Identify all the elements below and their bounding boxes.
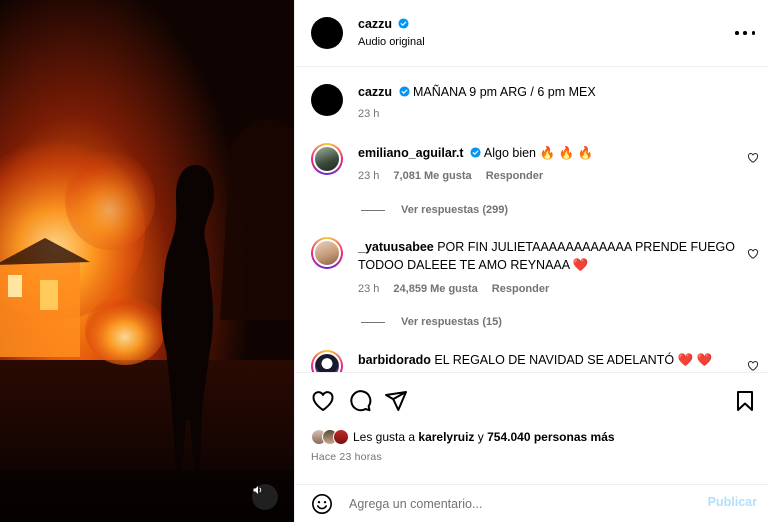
avatar-photo <box>313 239 341 267</box>
audio-subtitle[interactable]: Audio original <box>358 36 425 48</box>
instagram-post: cazzu Audio original cazzu MAÑANA 9 pm A… <box>0 0 768 522</box>
more-dot <box>751 31 755 35</box>
comment-likes[interactable]: 24,859 Me gusta <box>393 283 477 295</box>
likes-summary: Les gusta a karelyruiz y 754.040 persona… <box>311 429 615 445</box>
comment-text: POR FIN JULIETAAAAAAAAAAAA PRENDE FUEGO <box>437 240 735 254</box>
author-avatar[interactable] <box>311 17 343 49</box>
commenter-avatar[interactable] <box>311 237 343 269</box>
liker-avatars <box>311 429 349 445</box>
comment-text-line: barbidorado EL REGALO DE NAVIDAD SE ADEL… <box>358 352 712 369</box>
likes-count[interactable]: 754.040 personas más <box>487 430 614 444</box>
post-side-panel: cazzu Audio original cazzu MAÑANA 9 pm A… <box>294 0 768 522</box>
caption-time[interactable]: 23 h <box>358 108 379 120</box>
view-replies-button[interactable]: Ver respuestas (15) <box>361 316 502 328</box>
verified-badge-icon <box>398 86 410 97</box>
caption-username[interactable]: cazzu <box>358 85 392 99</box>
liker-avatar[interactable] <box>333 429 349 445</box>
heart-icon[interactable] <box>311 389 335 413</box>
like-comment-heart-icon[interactable] <box>747 248 759 260</box>
comment-text-line: _yatuusabee POR FIN JULIETAAAAAAAAAAAA P… <box>358 239 735 256</box>
likes-prefix: Les gusta a <box>353 430 416 444</box>
more-options-button[interactable] <box>735 24 755 42</box>
comment-icon[interactable] <box>348 389 372 413</box>
liker-username[interactable]: karelyruiz <box>418 430 474 444</box>
comment-text: EL REGALO DE NAVIDAD SE ADELANTÓ ❤️ ❤️ <box>434 353 713 367</box>
bookmark-icon[interactable] <box>733 389 757 413</box>
post-actions: Les gusta a karelyruiz y 754.040 persona… <box>295 372 768 484</box>
comment-input[interactable] <box>349 493 689 515</box>
caption-text: MAÑANA 9 pm ARG / 6 pm MEX <box>413 85 596 99</box>
view-replies-button[interactable]: Ver respuestas (299) <box>361 204 508 216</box>
verified-badge-icon <box>398 18 409 29</box>
comment-username[interactable]: barbidorado <box>358 353 431 367</box>
comment-meta: 23 h 7,081 Me gusta Responder <box>358 170 557 182</box>
replies-divider <box>361 321 385 323</box>
caption-text-line: cazzu MAÑANA 9 pm ARG / 6 pm MEX <box>358 84 596 101</box>
comment-time[interactable]: 23 h <box>358 283 379 295</box>
post-timestamp[interactable]: Hace 23 horas <box>311 451 382 463</box>
avatar-photo <box>313 352 341 372</box>
like-comment-heart-icon[interactable] <box>747 152 759 164</box>
view-replies-label: Ver respuestas (15) <box>401 316 502 328</box>
reply-button[interactable]: Responder <box>492 283 549 295</box>
emoji-icon[interactable] <box>311 493 333 515</box>
video-frame <box>0 0 294 522</box>
publish-button[interactable]: Publicar <box>708 495 757 509</box>
replies-divider <box>361 209 385 211</box>
audio-toggle-button[interactable] <box>252 484 278 510</box>
reply-button[interactable]: Responder <box>486 170 543 182</box>
comment-meta: 23 h 24,859 Me gusta Responder <box>358 283 563 295</box>
comment-time[interactable]: 23 h <box>358 170 379 182</box>
author-info: cazzu Audio original <box>358 17 425 48</box>
comments-list[interactable]: cazzu MAÑANA 9 pm ARG / 6 pm MEX 23 h em… <box>295 68 768 372</box>
more-dot <box>743 31 747 35</box>
avatar-photo <box>313 145 341 173</box>
post-media[interactable] <box>0 0 294 522</box>
comment-text-line-2: TODOO DALEEE TE AMO REYNAAA ❤️ <box>358 258 589 272</box>
commenter-avatar[interactable] <box>311 143 343 175</box>
verified-badge-icon <box>470 147 481 158</box>
like-comment-heart-icon[interactable] <box>747 360 759 372</box>
likes-conj: y <box>477 430 484 444</box>
more-horizontal-icon <box>735 31 739 35</box>
add-comment-bar: Publicar <box>295 484 768 522</box>
comment-text: Algo bien 🔥 🔥 🔥 <box>483 146 594 160</box>
share-paper-plane-icon[interactable] <box>384 389 408 413</box>
post-header: cazzu Audio original <box>295 0 768 67</box>
commenter-avatar[interactable] <box>311 350 343 372</box>
caption-avatar[interactable] <box>311 84 343 116</box>
comment-username[interactable]: emiliano_aguilar.t <box>358 146 464 160</box>
comment-username[interactable]: _yatuusabee <box>358 240 434 254</box>
view-replies-label: Ver respuestas (299) <box>401 204 509 216</box>
comment-text-line: emiliano_aguilar.t Algo bien 🔥 🔥 🔥 <box>358 145 593 162</box>
author-username[interactable]: cazzu <box>358 17 392 31</box>
speaker-icon <box>253 486 262 494</box>
comment-likes[interactable]: 7,081 Me gusta <box>393 170 471 182</box>
